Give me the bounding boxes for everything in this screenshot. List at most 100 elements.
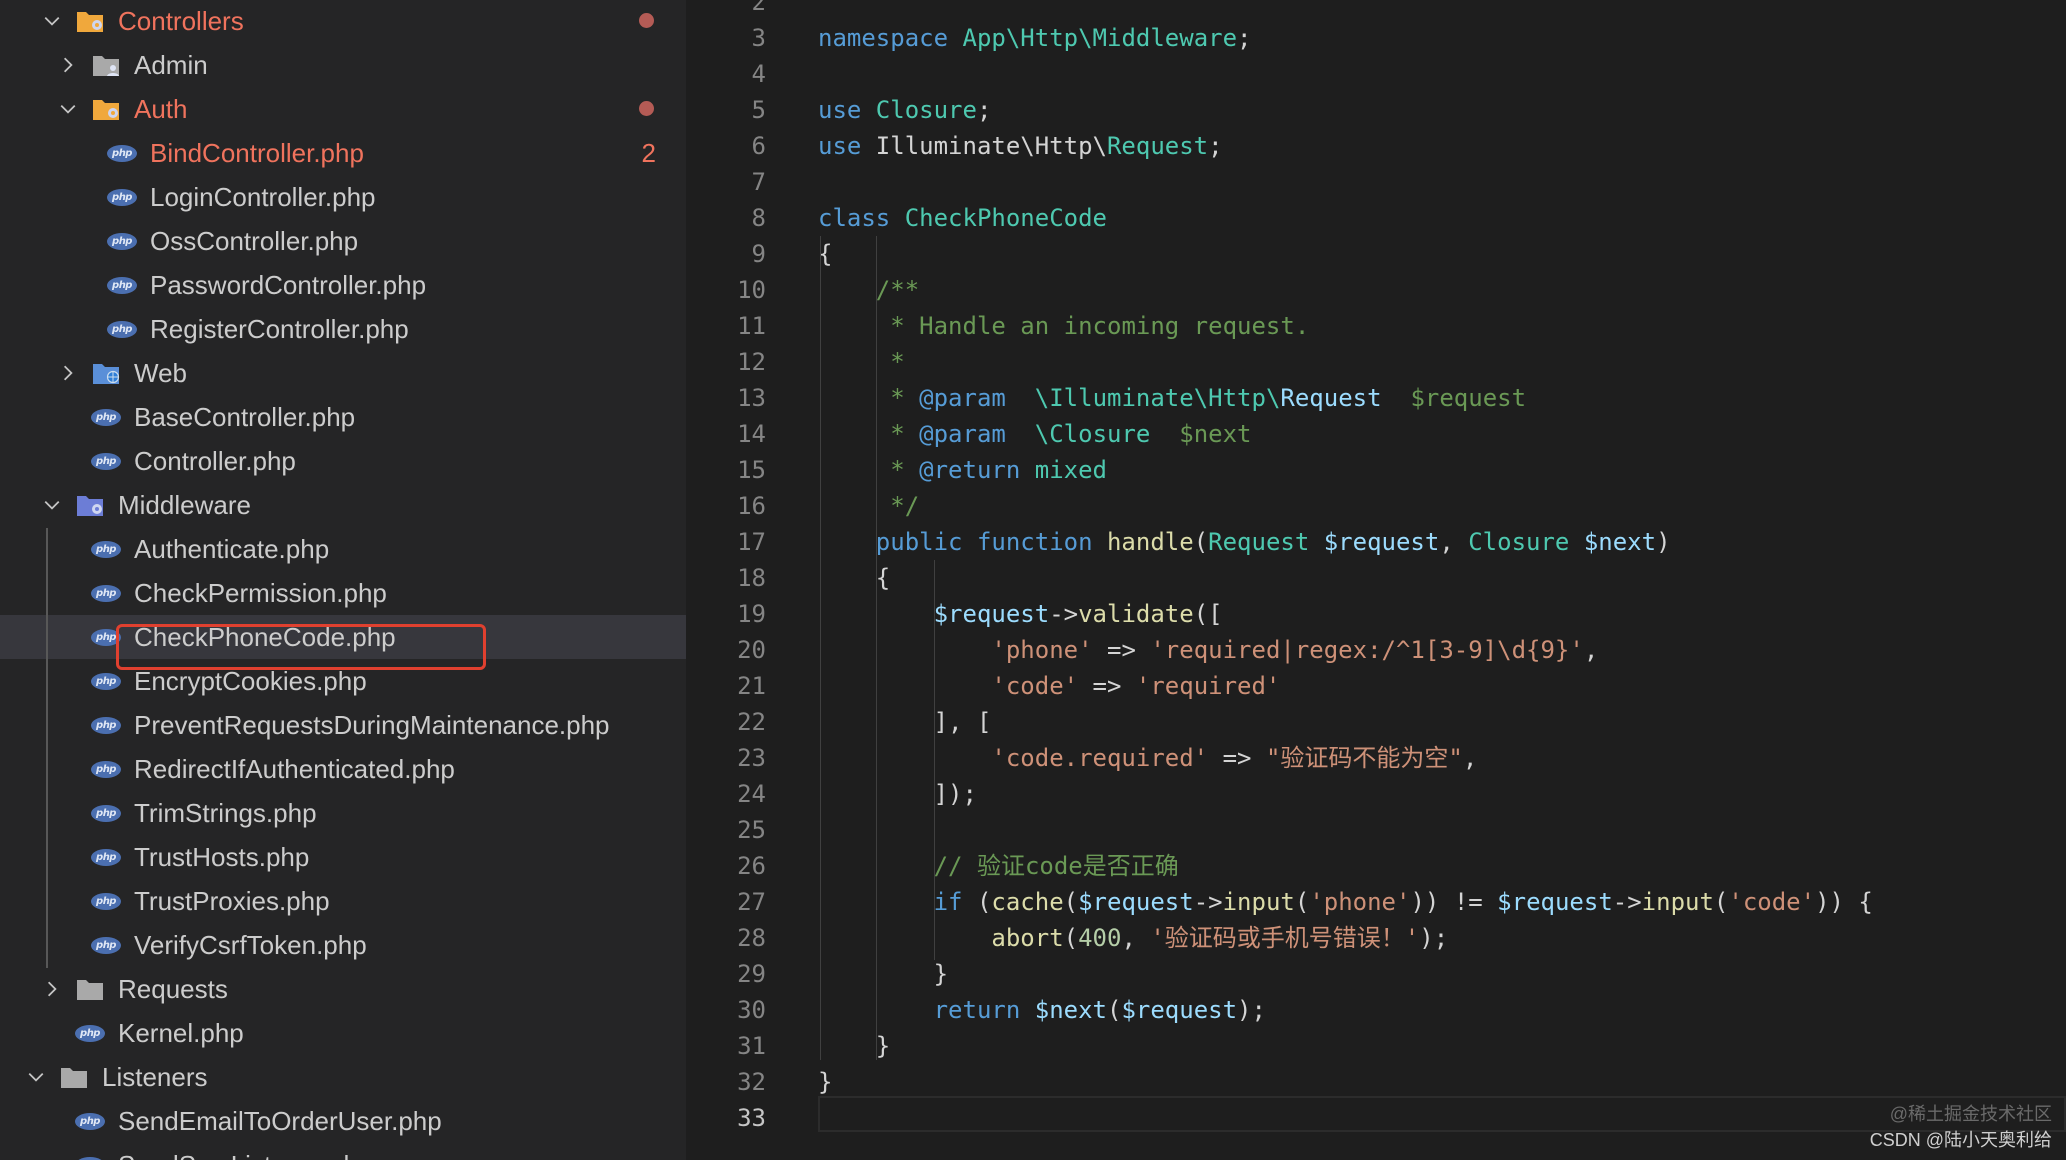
tree-file-row[interactable]: php VerifyCsrfToken.php <box>0 923 686 967</box>
code-token: ( <box>1107 996 1122 1024</box>
code-line[interactable]: /** <box>818 272 919 308</box>
code-line[interactable]: * Handle an incoming request. <box>818 308 1309 344</box>
php-icon: php <box>90 446 122 476</box>
line-number: 6 <box>751 132 766 160</box>
line-number: 4 <box>751 60 766 88</box>
tree-folder-row[interactable]: Listeners <box>0 1055 686 1099</box>
code-line[interactable]: namespace App\Http\Middleware; <box>818 20 1266 56</box>
code-token: use <box>818 132 876 160</box>
code-token: if <box>933 888 977 916</box>
tree-file-row[interactable]: php PasswordController.php <box>0 263 686 307</box>
tree-folder-row[interactable]: Admin <box>0 43 686 87</box>
code-token: 'code' <box>1728 888 1816 916</box>
chevron-right-icon[interactable] <box>58 43 78 87</box>
folder-middleware-icon <box>74 490 106 520</box>
code-line[interactable]: 'code' => 'required' <box>818 668 1280 704</box>
tree-item-label: OssController.php <box>150 226 359 256</box>
code-token: Illuminate\Http\ <box>875 132 1107 160</box>
code-line[interactable]: */ <box>818 488 919 524</box>
indent-guide <box>876 236 877 1060</box>
line-number: 29 <box>737 960 766 988</box>
code-editor[interactable]: 2 3 namespace App\Http\Middleware; 4 5 use C… <box>686 0 2066 1160</box>
tree-item-label: Admin <box>134 50 208 80</box>
line-number: 27 <box>737 888 766 916</box>
tree-file-row[interactable]: php Controller.php <box>0 439 686 483</box>
chevron-down-icon[interactable] <box>58 87 78 131</box>
php-icon: php <box>90 666 122 696</box>
tree-file-row[interactable]: php RegisterController.php <box>0 307 686 351</box>
code-token: \Illuminate\Http\ <box>1034 384 1281 412</box>
code-line[interactable]: $request->validate([ <box>818 596 1223 632</box>
code-token: ]); <box>818 780 977 808</box>
code-token: @return <box>919 456 1021 484</box>
tree-folder-row[interactable]: Auth <box>0 87 686 131</box>
code-line[interactable]: * @param \Illuminate\Http\Request $reque… <box>818 380 1526 416</box>
modified-dot-icon <box>639 13 654 28</box>
tree-file-row[interactable]: php TrimStrings.php <box>0 791 686 835</box>
code-line[interactable]: * @return mixed <box>818 452 1107 488</box>
code-token: * <box>890 456 920 484</box>
chevron-right-icon[interactable] <box>58 351 78 395</box>
code-line[interactable]: use Illuminate\Http\Request; <box>818 128 1223 164</box>
tree-file-row[interactable]: php Kernel.php <box>0 1011 686 1055</box>
code-line[interactable]: use Closure; <box>818 92 991 128</box>
code-line[interactable]: * <box>818 344 904 380</box>
tree-file-row[interactable]: php TrustHosts.php <box>0 835 686 879</box>
code-line[interactable]: { <box>818 560 890 596</box>
tree-item-label: Authenticate.php <box>134 534 330 564</box>
tree-item-label: SendEmailToOrderUser.php <box>118 1106 442 1136</box>
tree-file-row[interactable]: php Authenticate.php <box>0 527 686 571</box>
line-number: 7 <box>751 168 766 196</box>
code-line[interactable]: if (cache($request->input('phone')) != $… <box>818 884 1873 920</box>
tree-file-row[interactable]: php SendEmailToOrderUser.php <box>0 1099 686 1143</box>
tree-item-label: Auth <box>134 94 188 124</box>
code-line[interactable]: ], [ <box>818 704 992 740</box>
code-line[interactable]: // 验证code是否正确 <box>818 848 1179 884</box>
tree-file-row[interactable]: php CheckPermission.php <box>0 571 686 615</box>
code-line[interactable]: } <box>818 956 948 992</box>
tree-file-row[interactable]: php PreventRequestsDuringMaintenance.php <box>0 703 686 747</box>
code-token: * <box>890 384 920 412</box>
tree-folder-row[interactable]: Web <box>0 351 686 395</box>
code-line[interactable]: ]); <box>818 776 977 812</box>
code-token: => <box>1078 672 1136 700</box>
code-token: -> <box>1049 600 1079 628</box>
tree-file-row[interactable]: php BaseController.php <box>0 395 686 439</box>
php-icon: php <box>106 226 138 256</box>
code-line[interactable]: } <box>818 1064 832 1100</box>
code-line[interactable]: 'code.required' => "验证码不能为空", <box>818 740 1477 776</box>
explorer-sidebar: Controllers Admin Auth php BindController.ph… <box>0 0 686 1160</box>
chevron-down-icon[interactable] <box>42 0 62 43</box>
code-line[interactable]: public function handle(Request $request,… <box>818 524 1671 560</box>
code-token: cache <box>991 888 1064 916</box>
code-line[interactable]: } <box>818 1028 890 1064</box>
code-token: * <box>890 420 920 448</box>
code-token: ; <box>1208 132 1223 160</box>
chevron-down-icon[interactable] <box>42 483 62 527</box>
code-token: != <box>1439 888 1498 916</box>
tree-file-row[interactable]: php OssController.php <box>0 219 686 263</box>
tree-file-row[interactable]: php SendSmsListener.php <box>0 1143 686 1160</box>
line-number: 19 <box>737 600 766 628</box>
chevron-right-icon[interactable] <box>42 967 62 1011</box>
tree-folder-row[interactable]: Middleware <box>0 483 686 527</box>
code-line[interactable]: class CheckPhoneCode <box>818 200 1107 236</box>
line-number: 31 <box>737 1032 766 1060</box>
code-line[interactable]: * @param \Closure $next <box>818 416 1251 452</box>
tree-file-row[interactable]: php LoginController.php <box>0 175 686 219</box>
code-line[interactable]: 'phone' => 'required|regex:/^1[3-9]\d{9}… <box>818 632 1598 668</box>
tree-file-row[interactable]: php BindController.php 2 <box>0 131 686 175</box>
code-line[interactable]: abort(400, '验证码或手机号错误！'); <box>818 920 1448 956</box>
code-line[interactable]: return $next($request); <box>818 992 1266 1028</box>
tree-folder-row[interactable]: Requests <box>0 967 686 1011</box>
tree-item-label: RegisterController.php <box>150 314 409 344</box>
tree-folder-row[interactable]: Controllers <box>0 0 686 43</box>
chevron-down-icon[interactable] <box>26 1055 46 1099</box>
tree-file-row[interactable]: php TrustProxies.php <box>0 879 686 923</box>
line-number: 17 <box>737 528 766 556</box>
code-token: 'required' <box>1135 672 1281 700</box>
tree-file-row[interactable]: php RedirectIfAuthenticated.php <box>0 747 686 791</box>
tree-item-label: BaseController.php <box>134 402 356 432</box>
